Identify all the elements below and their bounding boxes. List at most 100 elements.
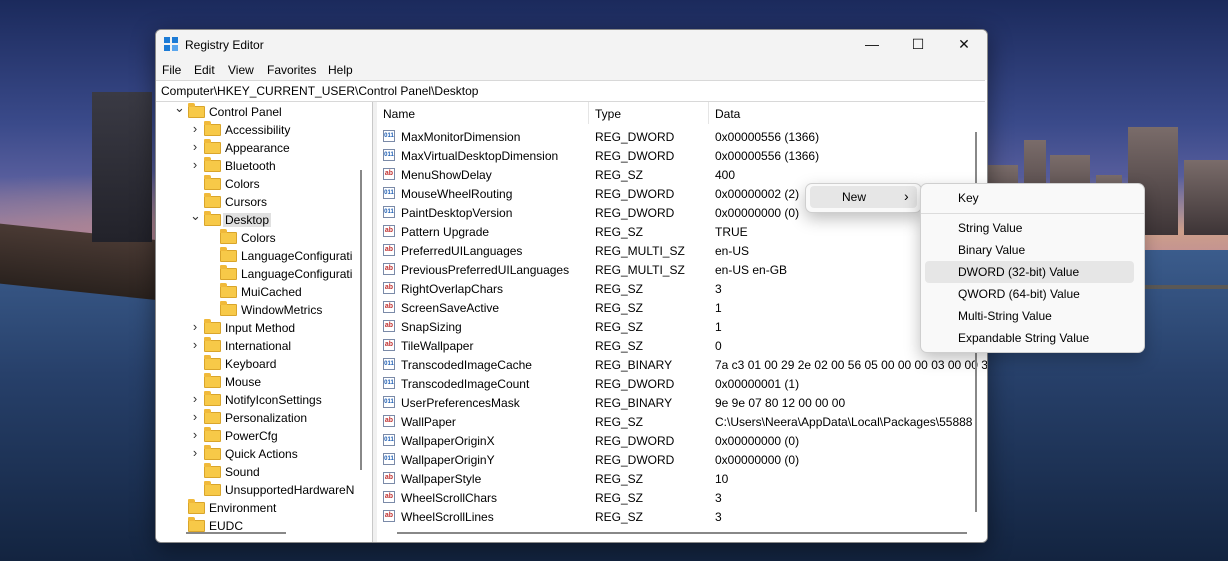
- folder-icon: [204, 355, 221, 370]
- chevron-right-icon[interactable]: ›: [190, 391, 200, 406]
- value-row[interactable]: 011 UserPreferencesMask REG_BINARY 9e 9e 07…: [377, 393, 987, 412]
- value-type: REG_MULTI_SZ: [595, 244, 685, 258]
- address-bar[interactable]: Computer\HKEY_CURRENT_USER\Control Panel…: [156, 80, 985, 102]
- value-row[interactable]: ab Pattern Upgrade REG_SZ TRUE: [377, 222, 987, 241]
- tree-item[interactable]: › Input Method: [156, 319, 371, 337]
- tree-item[interactable]: Colors: [156, 175, 371, 193]
- tree-item[interactable]: Environment: [156, 499, 371, 517]
- value-name: TranscodedImageCount: [401, 377, 530, 391]
- value-row[interactable]: ab WallpaperStyle REG_SZ 10: [377, 469, 987, 488]
- value-type: REG_SZ: [595, 510, 644, 524]
- value-row[interactable]: ab WheelScrollChars REG_SZ 3: [377, 488, 987, 507]
- tree-item[interactable]: LanguageConfigurati: [156, 247, 371, 265]
- value-row[interactable]: ab PreviousPreferredUILanguages REG_MULTI_…: [377, 260, 987, 279]
- tree-item[interactable]: ⌄ Control Panel: [156, 102, 371, 121]
- tree-horizontal-scrollbar[interactable]: [186, 532, 286, 534]
- list-horizontal-scrollbar[interactable]: [397, 532, 967, 534]
- menu-favorites[interactable]: Favorites: [267, 63, 316, 77]
- folder-icon: [188, 103, 205, 118]
- tree-item[interactable]: › Bluetooth: [156, 157, 371, 175]
- chevron-right-icon[interactable]: ›: [190, 337, 200, 352]
- tree-item-label: Bluetooth: [225, 159, 276, 173]
- chevron-right-icon[interactable]: ›: [190, 139, 200, 154]
- tree-item-label: Appearance: [225, 141, 290, 155]
- value-type: REG_BINARY: [595, 396, 673, 410]
- menu-file[interactable]: File: [162, 63, 181, 77]
- value-row[interactable]: ab SnapSizing REG_SZ 1: [377, 317, 987, 336]
- minimize-button[interactable]: —: [849, 30, 895, 60]
- submenu-item[interactable]: QWORD (64-bit) Value: [925, 283, 1134, 305]
- maximize-button[interactable]: ☐: [895, 30, 941, 60]
- tree-item[interactable]: UnsupportedHardwareN: [156, 481, 371, 499]
- chevron-down-icon[interactable]: ⌄: [190, 208, 201, 224]
- close-button[interactable]: ✕: [941, 30, 987, 60]
- submenu-item[interactable]: Binary Value: [925, 239, 1134, 261]
- value-row[interactable]: 011 WallpaperOriginX REG_DWORD 0x00000000 (…: [377, 431, 987, 450]
- context-menu-new[interactable]: New ›: [810, 186, 917, 208]
- menu-help[interactable]: Help: [328, 63, 353, 77]
- value-row[interactable]: ab WheelScrollLines REG_SZ 3: [377, 507, 987, 526]
- value-row[interactable]: 011 TranscodedImageCache REG_BINARY 7a c3 0…: [377, 355, 987, 374]
- value-row[interactable]: ab RightOverlapChars REG_SZ 3: [377, 279, 987, 298]
- value-data: TRUE: [715, 225, 748, 239]
- string-value-icon: ab: [383, 491, 395, 503]
- submenu-item[interactable]: Multi-String Value: [925, 305, 1134, 327]
- value-name: WheelScrollChars: [401, 491, 498, 505]
- tree-item[interactable]: LanguageConfigurati: [156, 265, 371, 283]
- tree-item[interactable]: › NotifyIconSettings: [156, 391, 371, 409]
- value-row[interactable]: ab PreferredUILanguages REG_MULTI_SZ en-US: [377, 241, 987, 260]
- column-header-type[interactable]: Type: [589, 102, 709, 124]
- string-value-icon: ab: [383, 244, 395, 256]
- value-data: 0x00000002 (2): [715, 187, 800, 201]
- folder-icon: [220, 265, 237, 280]
- tree-item[interactable]: › Accessibility: [156, 121, 371, 139]
- tree-item[interactable]: Sound: [156, 463, 371, 481]
- tree-item[interactable]: › Personalization: [156, 409, 371, 427]
- tree-item[interactable]: Keyboard: [156, 355, 371, 373]
- chevron-right-icon[interactable]: ›: [190, 427, 200, 442]
- chevron-right-icon[interactable]: ›: [190, 319, 200, 334]
- tree-item[interactable]: ⌄ Desktop: [156, 208, 371, 229]
- submenu-item[interactable]: Key: [925, 187, 1134, 209]
- menu-edit[interactable]: Edit: [194, 63, 215, 77]
- chevron-right-icon[interactable]: ›: [190, 445, 200, 460]
- chevron-down-icon[interactable]: ⌄: [174, 102, 185, 116]
- tree-item[interactable]: Mouse: [156, 373, 371, 391]
- tree-item[interactable]: › Quick Actions: [156, 445, 371, 463]
- tree-item[interactable]: › PowerCfg: [156, 427, 371, 445]
- tree-item[interactable]: WindowMetrics: [156, 301, 371, 319]
- chevron-right-icon[interactable]: ›: [190, 121, 200, 136]
- title-bar[interactable]: Registry Editor — ☐ ✕: [156, 30, 987, 60]
- address-path[interactable]: Computer\HKEY_CURRENT_USER\Control Panel…: [161, 84, 478, 98]
- value-row[interactable]: 011 MaxMonitorDimension REG_DWORD 0x0000055…: [377, 127, 987, 146]
- value-row[interactable]: ab WallPaper REG_SZ C:\Users\Neera\AppData\…: [377, 412, 987, 431]
- submenu-item[interactable]: DWORD (32-bit) Value: [925, 261, 1134, 283]
- value-row[interactable]: ab ScreenSaveActive REG_SZ 1: [377, 298, 987, 317]
- folder-icon: [204, 373, 221, 388]
- submenu-item[interactable]: Expandable String Value: [925, 327, 1134, 349]
- chevron-right-icon[interactable]: ›: [190, 157, 200, 172]
- submenu-item[interactable]: String Value: [925, 217, 1134, 239]
- tree-item[interactable]: Cursors: [156, 193, 371, 211]
- tree-item[interactable]: › International: [156, 337, 371, 355]
- binary-value-icon: 011: [383, 396, 395, 408]
- column-header-data[interactable]: Data: [709, 102, 979, 124]
- value-row[interactable]: 011 TranscodedImageCount REG_DWORD 0x000000…: [377, 374, 987, 393]
- tree-item[interactable]: Colors: [156, 229, 371, 247]
- value-type: REG_SZ: [595, 320, 644, 334]
- value-row[interactable]: ab TileWallpaper REG_SZ 0: [377, 336, 987, 355]
- value-row[interactable]: ab MenuShowDelay REG_SZ 400: [377, 165, 987, 184]
- tree-item[interactable]: › Appearance: [156, 139, 371, 157]
- wallpaper-dock: [1140, 285, 1228, 409]
- wallpaper-lighthouse: [92, 92, 152, 242]
- registry-editor-icon: [164, 37, 178, 51]
- chevron-right-icon[interactable]: ›: [190, 409, 200, 424]
- column-header-name[interactable]: Name: [377, 102, 589, 124]
- menu-view[interactable]: View: [228, 63, 254, 77]
- binary-value-icon: 011: [383, 377, 395, 389]
- value-row[interactable]: 011 WallpaperOriginY REG_DWORD 0x00000000 (…: [377, 450, 987, 469]
- tree-vertical-scrollbar[interactable]: [360, 170, 362, 470]
- tree-item[interactable]: MuiCached: [156, 283, 371, 301]
- value-row[interactable]: 011 MaxVirtualDesktopDimension REG_DWORD 0x…: [377, 146, 987, 165]
- string-value-icon: ab: [383, 415, 395, 427]
